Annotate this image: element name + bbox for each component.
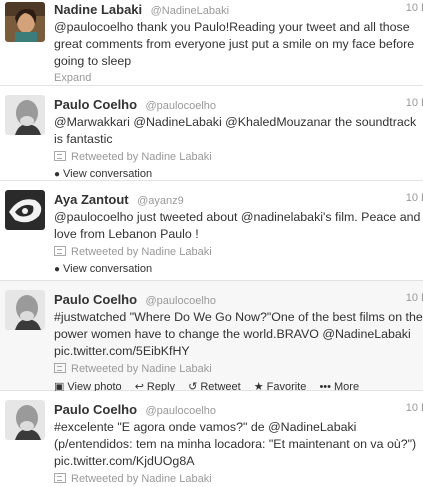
retweeted-by[interactable]: Retweeted by Nadine Labaki: [54, 246, 423, 260]
author-handle[interactable]: @paulocoelho: [146, 295, 217, 307]
author-handle[interactable]: @ayanz9: [137, 195, 184, 207]
tweet-timestamp[interactable]: 10 D: [406, 402, 423, 414]
tweet-text: @Marwakkari @NadineLabaki @KhaledMouzana…: [54, 115, 417, 146]
author-name[interactable]: Paulo Coelho: [54, 292, 137, 307]
tweet-content: Paulo Coelho @paulocoelho 10 D #justwatc…: [54, 291, 423, 393]
avatar[interactable]: [5, 290, 45, 330]
tweet-text: #justwatched "Where Do We Go Now?"One of…: [54, 310, 423, 358]
tweet-content: Nadine Labaki @NadineLabaki 10 D @pauloc…: [54, 1, 423, 84]
tweet-timestamp[interactable]: 10 D: [406, 292, 423, 304]
tweet-header: Paulo Coelho @paulocoelho 10 D: [54, 401, 423, 418]
retweeted-by[interactable]: Retweeted by Nadine Labaki: [54, 151, 423, 165]
retweeted-by[interactable]: Retweeted by Nadine Labaki: [54, 473, 423, 487]
tweet-header: Aya Zantout @ayanz9 10 D: [54, 191, 423, 208]
retweeted-by-label: Retweeted by Nadine Labaki: [71, 363, 212, 375]
tweet[interactable]: Paulo Coelho @paulocoelho 10 D #justwatc…: [0, 281, 423, 393]
tweet[interactable]: Paulo Coelho @paulocoelho 10 D #excelent…: [0, 391, 423, 485]
timeline: Nadine Labaki @NadineLabaki 10 D @pauloc…: [0, 0, 423, 485]
tweet-content: Aya Zantout @ayanz9 10 D @paulocoelho ju…: [54, 191, 423, 275]
view-conversation-link[interactable]: ● View conversation: [54, 168, 423, 180]
author-name[interactable]: Paulo Coelho: [54, 97, 137, 112]
view-conversation-label: View conversation: [63, 263, 153, 275]
view-conversation-link[interactable]: ● View conversation: [54, 263, 423, 275]
tweet[interactable]: Aya Zantout @ayanz9 10 D @paulocoelho ju…: [0, 181, 423, 281]
tweet-header: Nadine Labaki @NadineLabaki 10 D: [54, 1, 423, 18]
tweet-timestamp[interactable]: 10 D: [406, 2, 423, 14]
retweet-icon: [54, 151, 66, 161]
speech-bubble-icon: ●: [54, 264, 61, 275]
author-name[interactable]: Paulo Coelho: [54, 402, 137, 417]
retweeted-by-label: Retweeted by Nadine Labaki: [71, 151, 212, 163]
retweeted-by-label: Retweeted by Nadine Labaki: [71, 246, 212, 258]
retweet-icon: [54, 473, 66, 483]
avatar[interactable]: [5, 400, 45, 440]
author-handle[interactable]: @paulocoelho: [146, 405, 217, 417]
tweet-header: Paulo Coelho @paulocoelho 10 D: [54, 96, 423, 113]
tweet-content: Paulo Coelho @paulocoelho 10 D @Marwakka…: [54, 96, 423, 180]
retweeted-by[interactable]: Retweeted by Nadine Labaki: [54, 363, 423, 377]
author-handle[interactable]: @paulocoelho: [146, 100, 217, 112]
speech-bubble-icon: ●: [54, 169, 61, 180]
author-name[interactable]: Nadine Labaki: [54, 2, 142, 17]
tweet-text: @paulocoelho thank you Paulo!Reading you…: [54, 20, 415, 68]
tweet-timestamp[interactable]: 10 D: [406, 192, 423, 204]
tweet-text: @paulocoelho just tweeted about @nadinel…: [54, 210, 421, 241]
expand-link[interactable]: Expand: [54, 72, 423, 84]
retweet-icon: [54, 246, 66, 256]
avatar[interactable]: [5, 190, 45, 230]
tweet[interactable]: Paulo Coelho @paulocoelho 10 D @Marwakka…: [0, 86, 423, 181]
tweet-timestamp[interactable]: 10 D: [406, 97, 423, 109]
avatar[interactable]: [5, 95, 45, 135]
tweet[interactable]: Nadine Labaki @NadineLabaki 10 D @pauloc…: [0, 0, 423, 86]
author-name[interactable]: Aya Zantout: [54, 192, 129, 207]
view-conversation-label: View conversation: [63, 168, 153, 180]
tweet-header: Paulo Coelho @paulocoelho 10 D: [54, 291, 423, 308]
retweeted-by-label: Retweeted by Nadine Labaki: [71, 473, 212, 485]
avatar[interactable]: [5, 2, 45, 42]
author-handle[interactable]: @NadineLabaki: [151, 5, 229, 17]
tweet-text: #excelente "E agora onde vamos?" de @Nad…: [54, 420, 417, 468]
retweet-icon: [54, 363, 66, 373]
tweet-content: Paulo Coelho @paulocoelho 10 D #excelent…: [54, 401, 423, 487]
